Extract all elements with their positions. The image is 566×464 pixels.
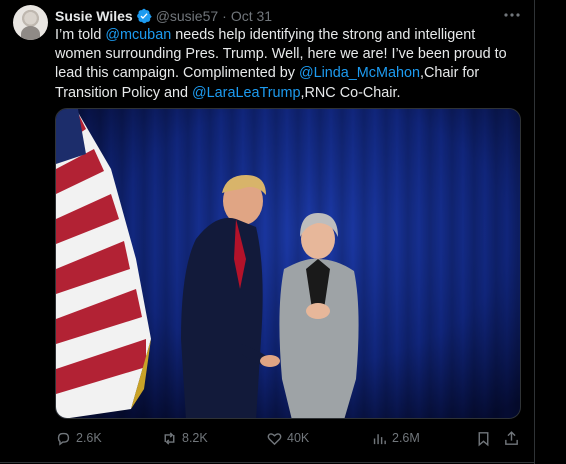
tweet-actions: 2.6K 8.2K 40K 2.6M — [55, 428, 525, 448]
verified-badge-icon[interactable] — [136, 8, 152, 24]
author-name[interactable]: Susie Wiles — [55, 8, 133, 24]
views-button[interactable]: 2.6M — [371, 428, 420, 448]
photo-illustration — [56, 109, 520, 418]
like-count: 40K — [287, 431, 310, 445]
reply-button[interactable]: 2.6K — [55, 428, 102, 448]
column-border — [534, 0, 535, 464]
tweet-text-segment: ,RNC Co-Chair. — [300, 84, 401, 101]
like-icon — [267, 432, 282, 445]
repost-button[interactable]: 8.2K — [161, 428, 208, 448]
views-icon — [373, 433, 386, 444]
bookmark-icon — [478, 431, 489, 446]
avatar[interactable] — [13, 5, 48, 40]
tweet-divider — [0, 462, 535, 463]
views-count: 2.6M — [392, 431, 420, 445]
share-icon — [505, 430, 518, 445]
share-button[interactable] — [503, 428, 524, 448]
mention-link[interactable]: @LaraLeaTrump — [192, 85, 300, 101]
mention-link[interactable]: @mcuban — [105, 27, 171, 43]
tweet-date[interactable]: Oct 31 — [231, 8, 272, 24]
more-icon[interactable] — [502, 5, 522, 25]
reply-icon — [57, 432, 70, 446]
tweet-text-segment: I’m told — [55, 27, 106, 43]
tweet-header: Susie Wiles @susie57 · Oct 31 — [55, 7, 272, 25]
author-handle[interactable]: @susie57 — [156, 8, 218, 24]
tweet[interactable]: Susie Wiles @susie57 · Oct 31 I’m told @… — [0, 0, 534, 462]
bookmark-button[interactable] — [475, 428, 496, 448]
separator-dot: · — [222, 8, 227, 24]
mention-link[interactable]: @Linda_McMahon — [299, 65, 420, 81]
tweet-photo[interactable] — [55, 108, 521, 419]
reply-count: 2.6K — [76, 431, 102, 445]
tweet-text: I’m told @mcuban needs help identifying … — [55, 26, 525, 103]
like-button[interactable]: 40K — [266, 428, 309, 448]
repost-icon — [164, 431, 175, 445]
repost-count: 8.2K — [182, 431, 208, 445]
